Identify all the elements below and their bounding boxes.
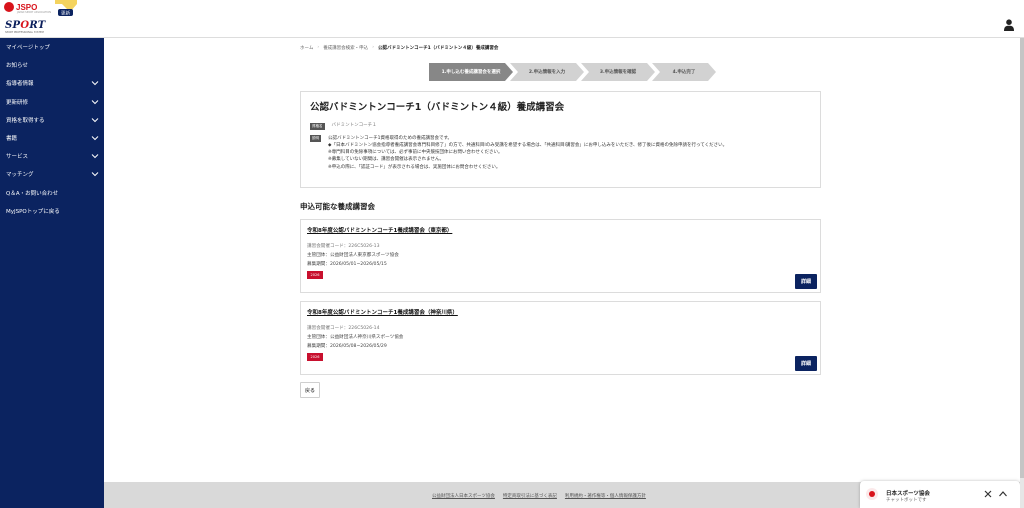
- description-tag: 説明: [310, 135, 321, 142]
- course-card: 令和8年度公認バドミントンコーチ1養成講習会（神奈川県） 講習会開催コード：22…: [300, 301, 821, 375]
- sport-logo[interactable]: SPORT: [5, 20, 46, 31]
- course-card: 令和8年度公認バドミントンコーチ1養成講習会（東京都） 講習会開催コード：226…: [300, 219, 821, 293]
- sidebar-item-label: マイページトップ: [6, 45, 50, 52]
- course-meta: 講習会開催コード：226C5026-13 主管団体：公益財団法人東京都スポーツ協…: [307, 242, 814, 269]
- course-code: 講習会開催コード：226C5026-14: [307, 326, 380, 331]
- sidebar-item-get-qualification[interactable]: 資格を取得する: [0, 111, 104, 129]
- sidebar-item-back-myjspo[interactable]: MyJSPOトップに戻る: [0, 202, 104, 220]
- breadcrumb-parent[interactable]: 養成講習会検索・申込: [323, 45, 368, 51]
- qualification-tag: 資格名: [310, 122, 325, 130]
- course-code: 講習会開催コード：226C5026-13: [307, 244, 380, 249]
- chatbot-subtitle: チャットボットです: [886, 498, 927, 503]
- sidebar-item-label: 書籍: [6, 136, 18, 143]
- section-title: 申込可能な養成講習会: [300, 202, 375, 211]
- scrollbar-thumb[interactable]: [1020, 38, 1024, 478]
- sport-logo-subtitle: SPORT PROFESSIONAL SYSTEM: [5, 31, 44, 34]
- jspo-logo-subtitle: JAPAN SPORT ASSOCIATION: [17, 11, 52, 14]
- sport-logo-dot: O: [20, 20, 30, 31]
- sidebar-item-services[interactable]: サービス: [0, 147, 104, 165]
- back-button[interactable]: 戻る: [300, 382, 320, 398]
- year-badge: 2026: [307, 271, 323, 279]
- breadcrumb-home[interactable]: ホーム: [300, 45, 313, 51]
- jspo-logo-mark: [4, 2, 14, 12]
- chevron-down-icon: [91, 172, 99, 177]
- page-scrollbar[interactable]: [1020, 38, 1024, 508]
- update-badge-label: 更新: [61, 10, 70, 17]
- sidebar-nav: マイページトップ お知らせ 指導者情報 更新研修 資格を取得する 書籍 サービス…: [0, 38, 104, 508]
- description-row: 説明 公認バドミントンコーチ1資格取得のための養成講習会です。 ◆「日本バドミン…: [310, 135, 811, 171]
- step-complete: 4.申込完了: [652, 63, 716, 81]
- footer-links: 公益財団法人日本スポーツ協会 特定商取引法に基づく表記 利用規約・著作権等・個人…: [432, 493, 646, 499]
- sport-logo-prefix: SP: [5, 20, 21, 31]
- course-intro-card: 公認バドミントンコーチ1（バドミントン４級）養成講習会 資格名 バドミントンコー…: [300, 91, 821, 188]
- page-title: 公認バドミントンコーチ1（バドミントン４級）養成講習会: [310, 102, 565, 113]
- footer-link-commerce-law[interactable]: 特定商取引法に基づく表記: [503, 493, 557, 499]
- chatbot-title: 日本スポーツ協会: [886, 491, 930, 497]
- step-select-course: 1.申し込む養成講習会を選択: [429, 63, 513, 81]
- chevron-down-icon: [91, 154, 99, 159]
- sidebar-item-books[interactable]: 書籍: [0, 129, 104, 147]
- course-title-link[interactable]: 令和8年度公認バドミントンコーチ1養成講習会（東京都）: [307, 226, 814, 234]
- description-line: ※申込の際に、「認証コード」が表示される場合は、実施団体にお問合わせください。: [328, 164, 501, 170]
- update-badge: 更新: [55, 0, 77, 17]
- close-icon[interactable]: [983, 489, 993, 499]
- detail-button[interactable]: 詳細: [795, 274, 817, 289]
- step-confirm-info: 3.申込情報を確認: [581, 63, 655, 81]
- sidebar-item-label: マッチング: [6, 172, 34, 179]
- year-badge: 2026: [307, 353, 323, 361]
- sidebar-item-news[interactable]: お知らせ: [0, 56, 104, 74]
- sidebar-item-label: サービス: [6, 154, 29, 161]
- qualification-row: 資格名 バドミントンコーチ１: [310, 122, 811, 130]
- breadcrumb-separator: ›: [317, 45, 320, 50]
- chevron-down-icon: [91, 81, 99, 86]
- user-icon[interactable]: [1004, 19, 1014, 31]
- sidebar-item-matching[interactable]: マッチング: [0, 165, 104, 183]
- course-period: 募集期間：2026/05/08~2026/05/29: [307, 344, 387, 349]
- footer-link-terms-privacy[interactable]: 利用規約・著作権等・個人情報保護方針: [565, 493, 646, 499]
- qualification-value: バドミントンコーチ１: [331, 123, 377, 128]
- chevron-down-icon: [91, 136, 99, 141]
- sidebar-item-label: 資格を取得する: [6, 117, 45, 124]
- description-line: ※専門科目の免除事項については、必ず事前に中央競技団体にお問い合わせください。: [328, 150, 503, 156]
- main-content: ホーム › 養成講習会検索・申込 › 公認バドミントンコーチ1（バドミントン４級…: [104, 38, 1020, 482]
- chevron-up-icon[interactable]: [998, 489, 1008, 499]
- chatbot-logo-icon: [866, 488, 878, 500]
- progress-steps: 1.申し込む養成講習会を選択 2.申込情報を入力 3.申込情報を確認 4.申込完…: [429, 63, 716, 81]
- top-header: JSPO JAPAN SPORT ASSOCIATION 更新 SPORT SP…: [0, 0, 1024, 38]
- course-meta: 講習会開催コード：226C5026-14 主管団体：公益財団法人神奈川県スポーツ…: [307, 324, 814, 351]
- chevron-down-icon: [91, 99, 99, 104]
- description-line: ◆「日本バドミントン協会指導者養成講習会専門科目修了」の方で、共通科目Ⅰのみ受講…: [328, 142, 728, 148]
- detail-button[interactable]: 詳細: [795, 356, 817, 371]
- course-period: 募集期間：2026/05/01~2026/05/15: [307, 262, 387, 267]
- sidebar-item-qa-contact[interactable]: Q＆A・お問い合わせ: [0, 184, 104, 202]
- chevron-down-icon: [91, 117, 99, 123]
- step-input-info: 2.申込情報を入力: [510, 63, 584, 81]
- sidebar-item-label: MyJSPOトップに戻る: [6, 208, 60, 215]
- breadcrumb-separator: ›: [372, 45, 374, 50]
- sidebar-item-label: 指導者情報: [6, 81, 34, 88]
- sidebar-item-label: お知らせ: [6, 63, 28, 70]
- sidebar-item-label: 更新研修: [6, 99, 29, 106]
- breadcrumb-current: 公認バドミントンコーチ1（バドミントン４級）養成講習会: [378, 46, 499, 51]
- description-line: ※募集していない期間は、講習会開催は表示されません。: [328, 157, 444, 163]
- breadcrumb: ホーム › 養成講習会検索・申込 › 公認バドミントンコーチ1（バドミントン４級…: [300, 45, 498, 51]
- chatbot-widget[interactable]: 日本スポーツ協会 チャットボットです: [860, 481, 1020, 508]
- sidebar-item-renewal-training[interactable]: 更新研修: [0, 93, 104, 111]
- sidebar-item-label: Q＆A・お問い合わせ: [6, 190, 59, 197]
- description-text: 公認バドミントンコーチ1資格取得のための養成講習会です。 ◆「日本バドミントン協…: [328, 135, 727, 171]
- footer-link-jspo[interactable]: 公益財団法人日本スポーツ協会: [432, 493, 495, 499]
- sidebar-item-instructor-info[interactable]: 指導者情報: [0, 74, 104, 92]
- description-line: 公認バドミントンコーチ1資格取得のための養成講習会です。: [328, 135, 453, 141]
- course-organizer: 主管団体：公益財団法人神奈川県スポーツ協会: [307, 335, 404, 340]
- sidebar-item-mypage-top[interactable]: マイページトップ: [0, 38, 104, 56]
- course-organizer: 主管団体：公益財団法人東京都スポーツ協会: [307, 253, 399, 258]
- sport-logo-suffix: RT: [29, 20, 46, 31]
- course-title-link[interactable]: 令和8年度公認バドミントンコーチ1養成講習会（神奈川県）: [307, 308, 814, 316]
